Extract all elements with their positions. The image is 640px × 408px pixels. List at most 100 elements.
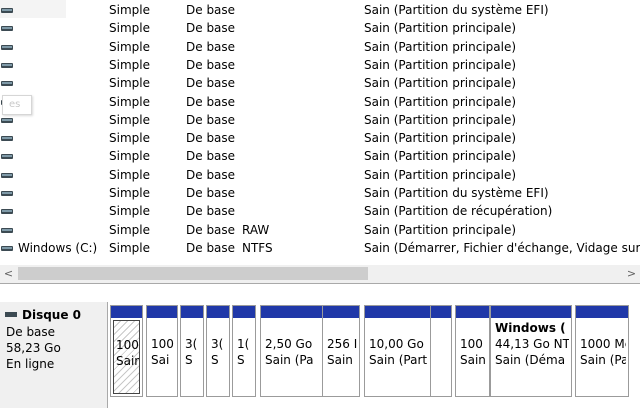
partition-header-bar bbox=[431, 306, 451, 318]
volume-status: Sain (Partition principale) bbox=[364, 21, 517, 36]
volume-icon bbox=[1, 136, 13, 142]
partition-status: Sain (Pa bbox=[580, 353, 626, 367]
volume-row[interactable]: Simple De base Sain (Partition principale) bbox=[0, 56, 640, 74]
volume-icon bbox=[1, 154, 13, 160]
partition-block[interactable] bbox=[430, 305, 452, 397]
partition-block[interactable]: 256 I Sain bbox=[322, 305, 360, 397]
volume-type: De base bbox=[186, 204, 236, 219]
partition-info: 100 Sain bbox=[113, 320, 140, 394]
volume-row[interactable]: Simple De base Sain (Partition principale) bbox=[0, 93, 640, 111]
partition-size: 1000 Mc bbox=[580, 337, 626, 351]
volume-layout: Simple bbox=[109, 94, 150, 109]
partition-name bbox=[149, 320, 175, 336]
volume-type: De base bbox=[186, 3, 236, 17]
volume-icon bbox=[1, 26, 13, 32]
partition-header-bar bbox=[207, 306, 229, 318]
partition-block[interactable]: 1000 Mc Sain (Pa bbox=[575, 305, 629, 397]
partition-info: 100 Sain bbox=[458, 320, 487, 394]
volume-layout: Simple bbox=[109, 204, 150, 219]
volume-status: Sain (Partition principale) bbox=[364, 57, 517, 72]
partition-status: Sain (Déma bbox=[495, 353, 566, 367]
partition-info: 3(S bbox=[183, 320, 201, 394]
volume-type: De base bbox=[186, 240, 236, 255]
volume-row[interactable]: Simple De base RAW Sain (Partition principa… bbox=[0, 221, 640, 239]
volume-status: Sain (Démarrer, Fichier d'échange, Vidag… bbox=[364, 240, 640, 255]
scrollbar-thumb[interactable] bbox=[18, 267, 368, 280]
partition-info: Windows (44,13 Go NT Sain (Déma bbox=[493, 320, 569, 394]
partition-header-bar bbox=[576, 306, 628, 318]
disk-title: Disque 0 bbox=[22, 308, 82, 322]
volume-filesystem: NTFS bbox=[242, 240, 273, 255]
volume-type: De base bbox=[186, 131, 236, 146]
volume-type: De base bbox=[186, 186, 236, 200]
partition-info: 1(S bbox=[235, 320, 253, 394]
volume-row[interactable]: Simple De base Sain (Partition principale) bbox=[0, 129, 640, 147]
volume-status: Sain (Partition principale) bbox=[364, 149, 517, 164]
partition-status: S bbox=[211, 353, 219, 367]
partition-header-bar bbox=[233, 306, 255, 318]
partition-block[interactable]: 3(S bbox=[180, 305, 204, 397]
volume-type: De base bbox=[186, 167, 236, 182]
partition-block[interactable]: 100 Sain bbox=[110, 305, 143, 397]
partition-block[interactable]: 100 Sai bbox=[146, 305, 178, 397]
partition-info: 256 I Sain bbox=[325, 320, 357, 394]
volume-list: Simple De base Sain (Partition du système … bbox=[0, 0, 640, 265]
volume-layout: Simple bbox=[109, 149, 150, 164]
volume-status: Sain (Partition de récupération) bbox=[364, 204, 553, 219]
volume-filesystem: RAW bbox=[242, 222, 270, 237]
partition-block[interactable]: 3( S bbox=[206, 305, 230, 397]
volume-status: Sain (Partition principale) bbox=[364, 112, 517, 127]
volume-row[interactable]: Simple De base Sain (Partition du système … bbox=[0, 184, 640, 202]
volume-status: Sain (Partition principale) bbox=[364, 76, 517, 91]
partition-name bbox=[325, 320, 357, 336]
scroll-right-button[interactable]: > bbox=[623, 265, 640, 283]
partition-status: Sain bbox=[116, 354, 140, 368]
partition-status: S bbox=[185, 353, 193, 367]
volume-type: De base bbox=[186, 149, 236, 164]
volume-row[interactable]: Simple De base Sain (Partition principale) bbox=[0, 74, 640, 92]
partition-name bbox=[433, 320, 449, 336]
partition-name bbox=[114, 321, 139, 337]
partition-header-bar bbox=[181, 306, 203, 318]
partition-block[interactable]: Windows (44,13 Go NT Sain (Déma bbox=[490, 305, 572, 397]
volume-row[interactable]: Simple De base Sain (Partition principale) bbox=[0, 19, 640, 37]
volume-layout: Simple bbox=[109, 112, 150, 127]
volume-icon bbox=[1, 44, 13, 50]
partition-size: 44,13 Go NT bbox=[495, 337, 569, 351]
partition-size: 100 bbox=[460, 337, 483, 351]
volume-row[interactable]: Simple De base Sain (Partition principale) bbox=[0, 166, 640, 184]
partition-header-bar bbox=[456, 306, 489, 318]
disk-state: En ligne bbox=[6, 357, 55, 371]
volume-icon bbox=[1, 227, 13, 233]
volume-type: De base bbox=[186, 112, 236, 127]
volume-status: Sain (Partition principale) bbox=[364, 167, 517, 182]
partition-status: Sain bbox=[460, 353, 486, 367]
volume-status: Sain (Partition principale) bbox=[364, 39, 517, 54]
volume-row[interactable]: Simple De base Sain (Partition du système … bbox=[0, 1, 640, 19]
volume-row[interactable]: Simple De base Sain (Partition de récupéra… bbox=[0, 202, 640, 220]
scroll-left-button[interactable]: < bbox=[0, 265, 17, 283]
volume-icon bbox=[1, 81, 13, 87]
partition-size: 1( bbox=[237, 337, 250, 351]
volume-row[interactable]: Windows (C:) Simple De base NTFS Sain (Démar… bbox=[0, 239, 640, 257]
partition-name bbox=[578, 320, 626, 336]
partition-block[interactable]: 1(S bbox=[232, 305, 256, 397]
volume-layout: Simple bbox=[109, 57, 150, 72]
partition-header-bar bbox=[111, 306, 142, 318]
partition-block[interactable]: 100 Sain bbox=[455, 305, 490, 397]
volume-row[interactable]: Simple De base Sain (Partition principale) bbox=[0, 147, 640, 165]
volume-layout: Simple bbox=[109, 131, 150, 146]
volume-icon bbox=[1, 117, 13, 123]
partition-size: 100 bbox=[116, 338, 139, 352]
volume-layout: Simple bbox=[109, 222, 150, 237]
volume-status: Sain (Partition du système EFI) bbox=[364, 3, 549, 17]
volume-type: De base bbox=[186, 21, 236, 36]
disk-0-label[interactable]: Disque 0 De base 58,23 Go En ligne bbox=[0, 302, 108, 408]
partition-header-bar bbox=[147, 306, 177, 318]
partition-size: 3( bbox=[211, 337, 224, 351]
volume-layout: Simple bbox=[109, 39, 150, 54]
volume-row[interactable]: Simple De base Sain (Partition principale) bbox=[0, 111, 640, 129]
horizontal-scrollbar[interactable]: < > bbox=[0, 265, 640, 283]
volume-row[interactable]: Simple De base Sain (Partition principale) bbox=[0, 38, 640, 56]
volume-icon bbox=[1, 245, 13, 251]
